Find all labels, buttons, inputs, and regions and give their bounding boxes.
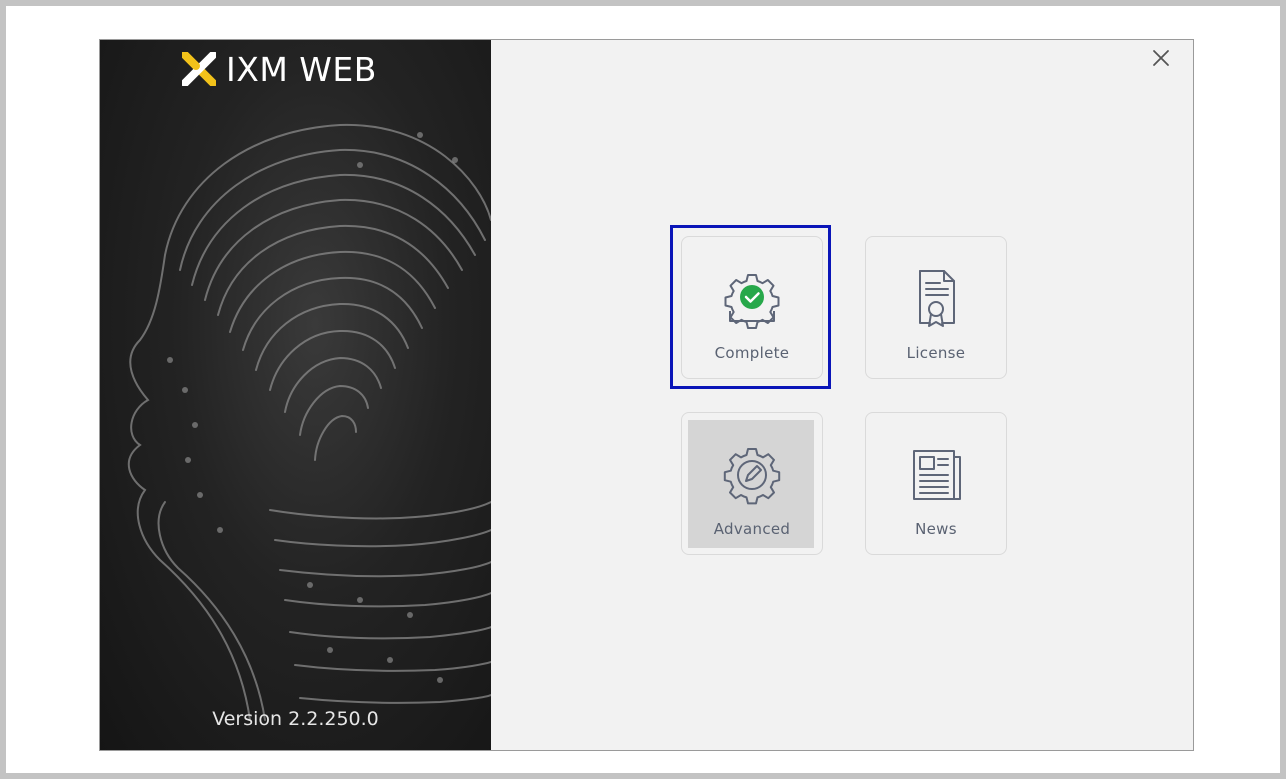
certificate-icon: [904, 267, 968, 331]
newspaper-icon: [904, 443, 968, 507]
gear-edit-icon: [720, 443, 784, 507]
complete-label: Complete: [714, 344, 790, 362]
version-label: Version 2.2.250.0: [212, 708, 379, 730]
ixm-logo-icon: [182, 52, 216, 86]
face-fingerprint-artwork: [127, 123, 491, 721]
brand-title: IXM WEB: [226, 49, 377, 89]
actions-panel: Complete License Advanced News: [491, 40, 1193, 750]
advanced-label: Advanced: [713, 520, 791, 538]
brand-panel: IXM WEB Version 2.2.250.0: [100, 40, 491, 750]
brand-logo: IXM WEB: [182, 46, 377, 92]
license-label: License: [906, 344, 966, 362]
complete-tile[interactable]: Complete: [681, 236, 823, 379]
close-icon: [1153, 50, 1169, 66]
license-tile[interactable]: License: [865, 236, 1007, 379]
news-tile[interactable]: News: [865, 412, 1007, 555]
news-label: News: [915, 520, 957, 538]
setup-window: IXM WEB Version 2.2.250.0 Complete Licen…: [99, 39, 1194, 751]
close-button[interactable]: [1147, 44, 1175, 72]
advanced-tile[interactable]: Advanced: [681, 412, 823, 555]
gear-check-icon: [720, 267, 784, 331]
